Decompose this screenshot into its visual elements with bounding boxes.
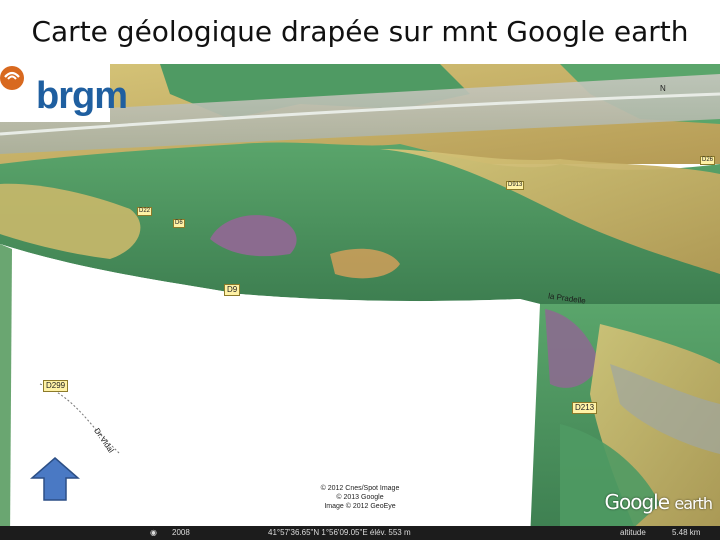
- status-altitude-value: 5.48 km: [672, 528, 701, 537]
- left-edge-terrain: [0, 244, 12, 540]
- status-altitude-label: altitude: [620, 528, 646, 537]
- google-earth-logo: Google earth: [604, 490, 713, 514]
- road-label-d6: D6: [173, 219, 185, 228]
- road-label-d913: D913: [506, 181, 525, 190]
- globe-icon[interactable]: ◉: [150, 526, 157, 540]
- up-arrow-icon[interactable]: [30, 456, 80, 502]
- slide-title: Carte géologique drapée sur mnt Google e…: [31, 14, 689, 48]
- status-bar: ◉ 2008 41°57'36.65"N 1°56'09.05"E élév. …: [0, 526, 720, 540]
- road-label-d26: D26: [700, 156, 716, 165]
- terrain-map[interactable]: [0, 64, 720, 540]
- map-attribution: © 2012 Cnes/Spot Image © 2013 Google Ima…: [300, 484, 420, 511]
- attribution-line: Image © 2012 GeoEye: [324, 503, 396, 510]
- status-coordinates: 41°57'36.65"N 1°56'09.05"E élév. 553 m: [268, 528, 411, 537]
- attribution-line: © 2013 Google: [336, 494, 384, 501]
- road-label-d299: D299: [43, 380, 69, 392]
- compass-north-icon[interactable]: N: [660, 84, 666, 93]
- google-earth-product: earth: [674, 494, 713, 513]
- map-viewport[interactable]: D299 D9 D213 D22 D6 D913 D26 Dr.Vidal la…: [0, 64, 720, 540]
- brgm-logo: brgm: [0, 64, 128, 122]
- attribution-line: © 2012 Cnes/Spot Image: [320, 485, 400, 492]
- road-label-d22: D22: [137, 207, 153, 216]
- road-label-d213: D213: [572, 402, 598, 414]
- brgm-logo-icon: [0, 66, 24, 90]
- brgm-logo-text: brgm: [36, 75, 128, 117]
- road-label-d9: D9: [224, 284, 241, 296]
- status-year[interactable]: 2008: [172, 526, 190, 540]
- google-earth-brand: Google: [604, 490, 670, 514]
